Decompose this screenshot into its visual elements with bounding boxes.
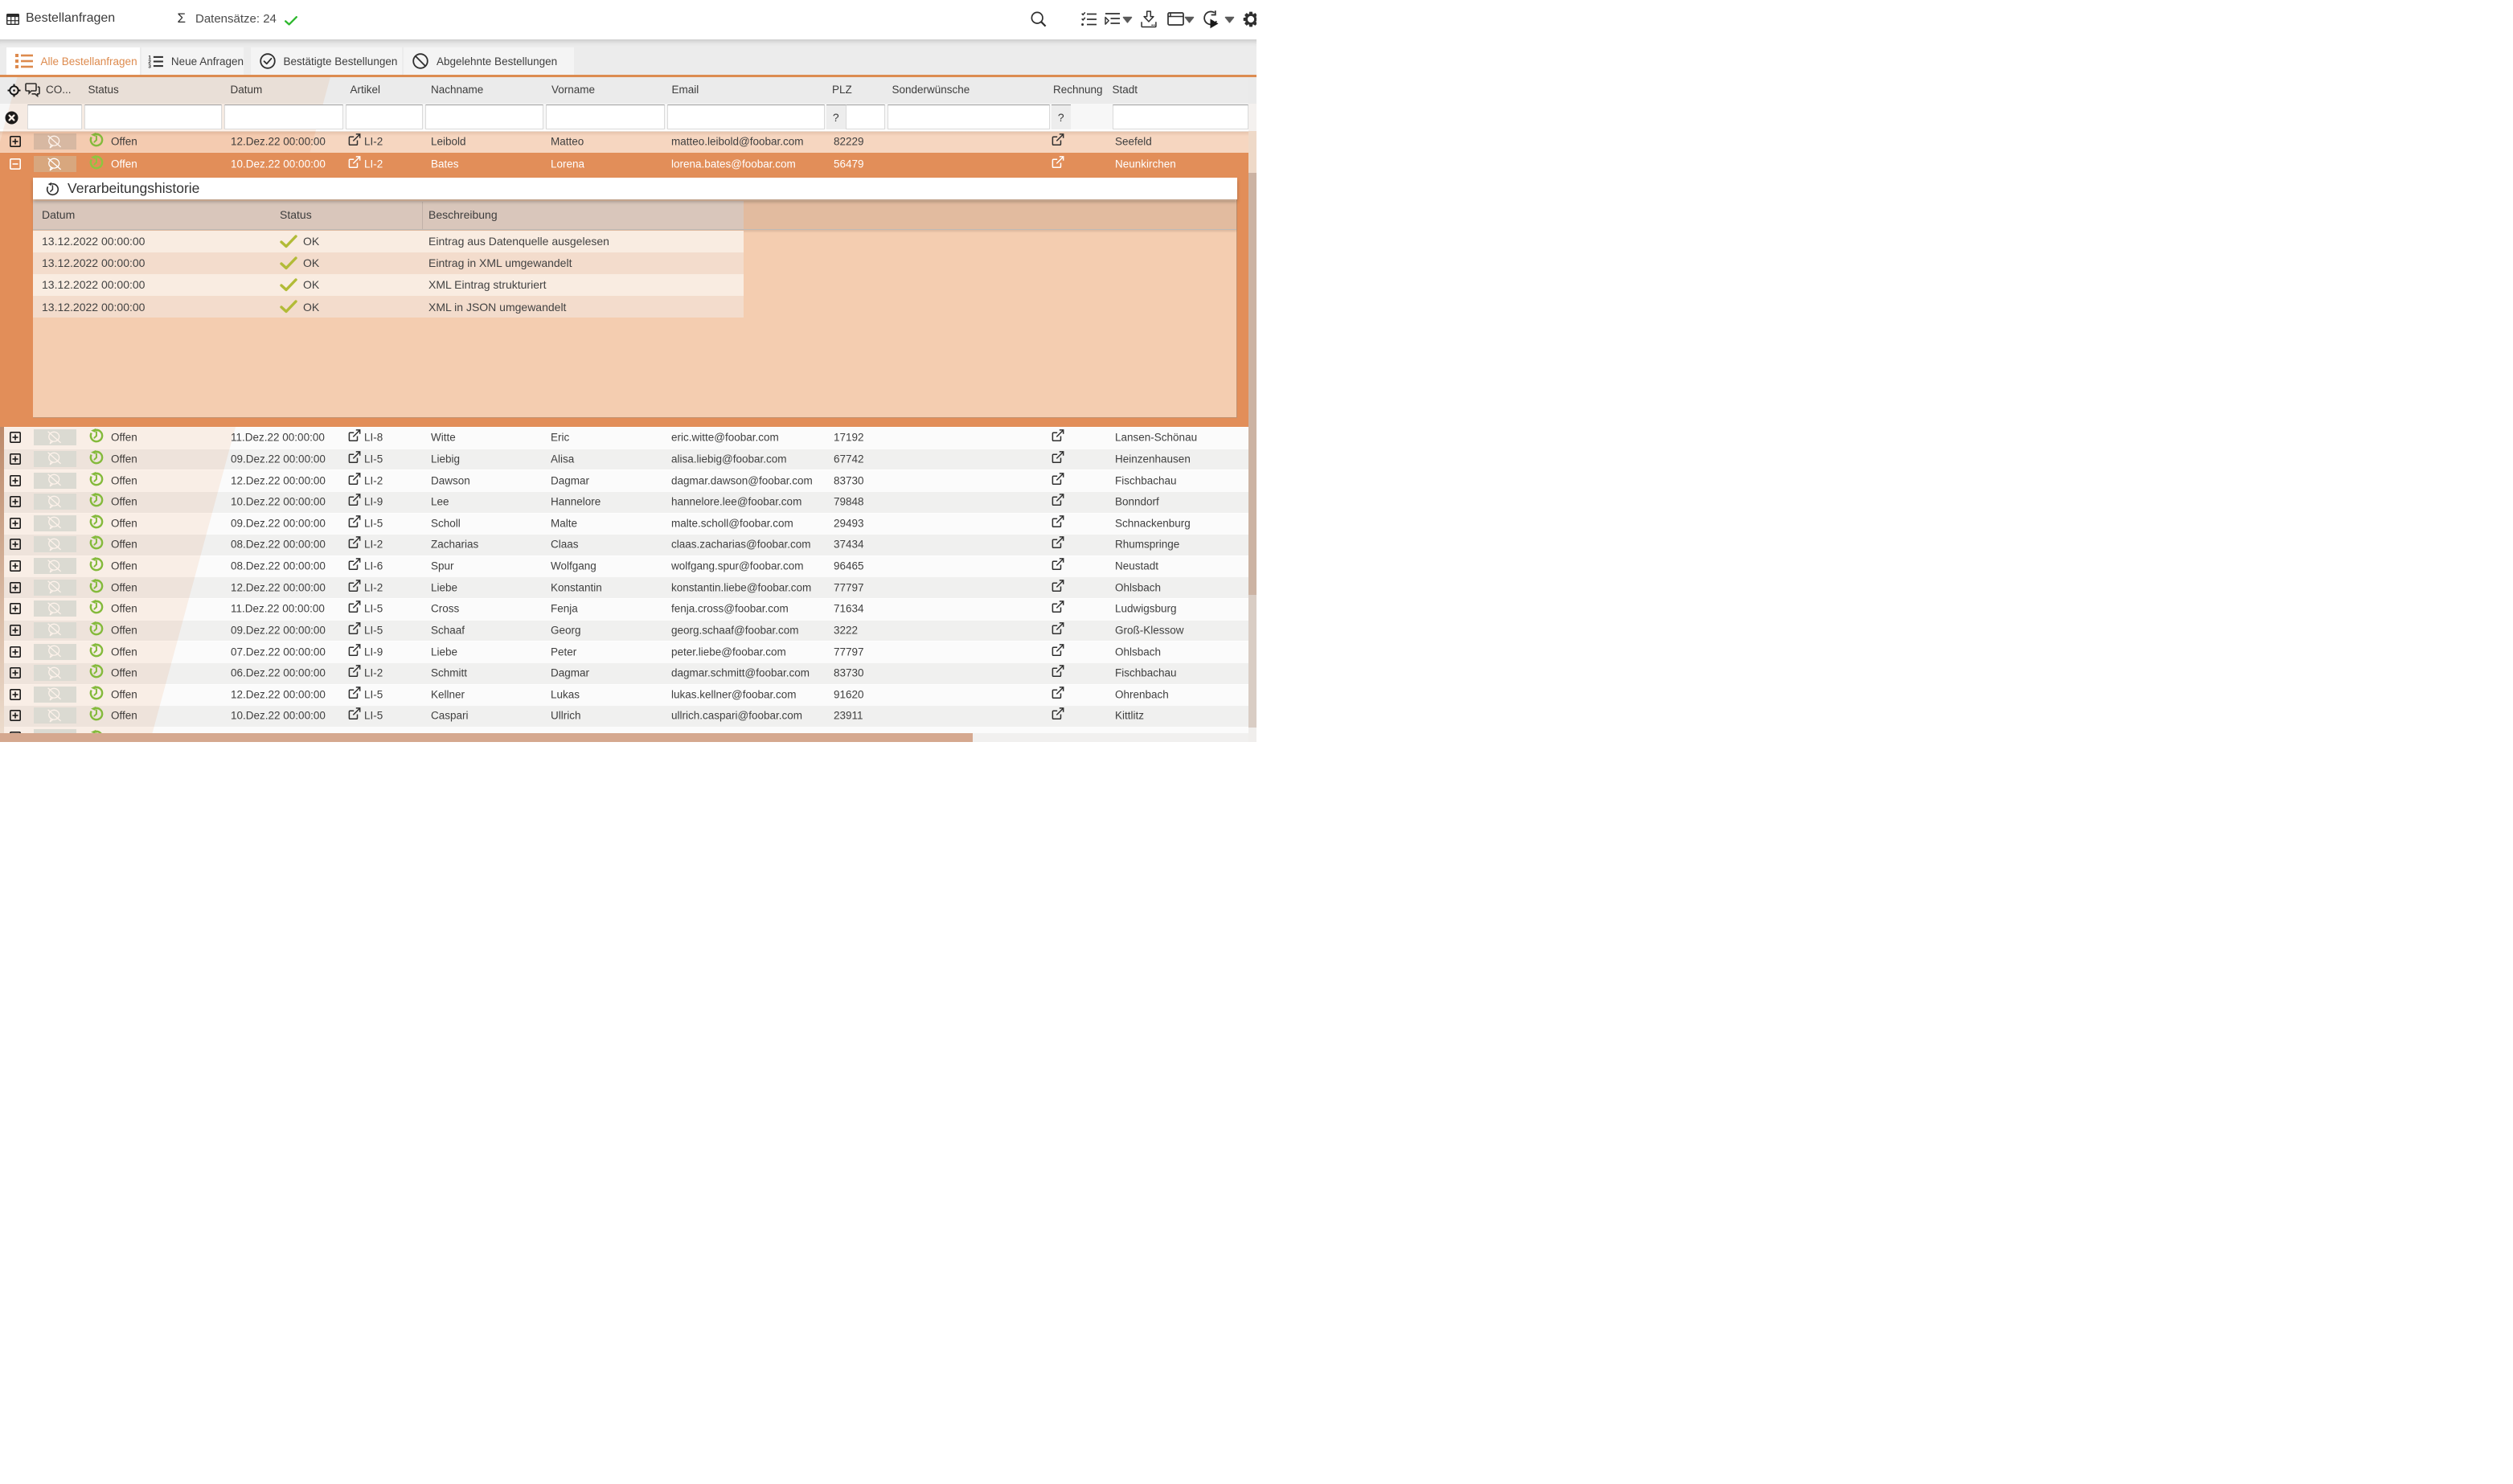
svg-text:3: 3 [148, 64, 151, 68]
